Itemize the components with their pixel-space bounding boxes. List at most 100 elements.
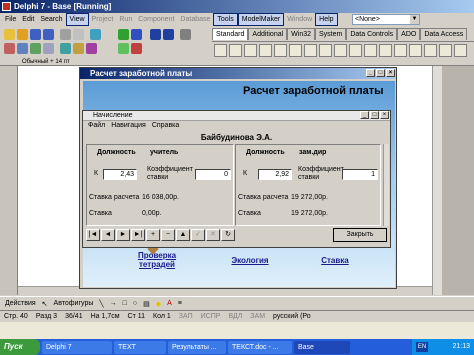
nav-first-button[interactable]: |◄	[86, 229, 100, 241]
right-coef-field[interactable]: 1	[342, 169, 378, 180]
palette-tab-additional[interactable]: Additional	[248, 28, 288, 40]
left-k-field[interactable]: 2,43	[103, 169, 137, 180]
font-color-icon[interactable]: A	[164, 300, 175, 307]
fill-color-icon[interactable]: ◆	[153, 300, 164, 308]
scrollbar-icon[interactable]	[394, 44, 407, 57]
autoshapes-menu[interactable]: Автофигуры	[51, 300, 97, 307]
ide-menu-run[interactable]: Run	[116, 14, 135, 25]
dialog-minimize-button[interactable]: _	[360, 111, 369, 119]
checkbox-icon[interactable]	[334, 44, 347, 57]
component-combo[interactable]: <None> ▼	[352, 14, 420, 25]
maximize-button[interactable]: □	[376, 69, 385, 77]
add-icon[interactable]	[118, 43, 129, 54]
palette-tab-win32[interactable]: Win32	[287, 28, 316, 40]
step-icon[interactable]	[150, 29, 161, 40]
right-k-field[interactable]: 2,92	[258, 169, 292, 180]
memo-icon[interactable]	[304, 44, 317, 57]
nav-insert-button[interactable]: +	[146, 229, 160, 241]
language-indicator[interactable]: EN	[416, 342, 428, 352]
toggle-icon[interactable]	[30, 43, 41, 54]
ide-menu-view[interactable]: View	[65, 13, 89, 26]
remove-file-icon[interactable]	[73, 29, 84, 40]
popupmenu-icon[interactable]	[259, 44, 272, 57]
left-coef-field[interactable]: 0	[195, 169, 231, 180]
accrual-title-bar[interactable]: Начисление _ □ ×	[83, 111, 390, 121]
nav-cancel-button[interactable]: ✕	[206, 229, 220, 241]
palette-tab-standard[interactable]: Standard	[212, 28, 249, 40]
palette-tab-system[interactable]: System	[315, 28, 347, 40]
trace-icon[interactable]	[163, 29, 174, 40]
nav-next-button[interactable]: ►	[116, 229, 130, 241]
new-file-icon[interactable]	[4, 29, 15, 40]
nav-prior-button[interactable]: ◄	[101, 229, 115, 241]
ide-menu-file[interactable]: File	[2, 14, 19, 25]
menu-help[interactable]: Справка	[149, 121, 182, 131]
ide-menu-component[interactable]: Component	[135, 14, 177, 25]
new-form-icon[interactable]	[43, 43, 54, 54]
nav-edit-button[interactable]: ▲	[176, 229, 190, 241]
ide-menu-database[interactable]: Database	[177, 14, 213, 25]
pointer-icon[interactable]	[214, 44, 227, 57]
rect-tool-icon[interactable]: □	[120, 300, 130, 307]
start-button[interactable]: Пуск	[0, 339, 40, 355]
close-button[interactable]: ×	[386, 69, 395, 77]
palette-tab-data-access[interactable]: Data Access	[420, 28, 468, 40]
textbox-tool-icon[interactable]: ▤	[140, 300, 153, 308]
data-icon[interactable]	[73, 43, 84, 54]
help-icon[interactable]	[90, 29, 101, 40]
mainmenu-icon[interactable]	[244, 44, 257, 57]
nav-refresh-button[interactable]: ↻	[221, 229, 235, 241]
menu-file[interactable]: Файл	[85, 121, 108, 131]
dialog-close-button[interactable]: ×	[380, 111, 389, 119]
package-icon[interactable]	[86, 43, 97, 54]
groupbox-icon[interactable]	[409, 44, 422, 57]
button-icon[interactable]	[319, 44, 332, 57]
ide-menu-help[interactable]: Help	[315, 13, 338, 26]
link-ecology[interactable]: Экология	[225, 256, 275, 265]
view-form-icon[interactable]	[17, 43, 28, 54]
pointer-tool-icon[interactable]: ↖	[39, 300, 51, 308]
ide-menu-tools[interactable]: Tools	[213, 13, 238, 26]
reset-icon[interactable]	[180, 29, 191, 40]
oval-tool-icon[interactable]: ○	[130, 300, 140, 307]
module-icon[interactable]	[60, 43, 71, 54]
pause-icon[interactable]	[131, 29, 142, 40]
radiogroup-icon[interactable]	[424, 44, 437, 57]
run-icon[interactable]	[118, 29, 129, 40]
task-delphi[interactable]: Delphi 7	[42, 340, 112, 354]
nav-last-button[interactable]: ►|	[131, 229, 145, 241]
dialog-maximize-button[interactable]: □	[370, 111, 379, 119]
ide-menu-project[interactable]: Project	[89, 14, 117, 25]
arrow-tool-icon[interactable]: →	[107, 300, 120, 307]
task-base[interactable]: Base	[294, 340, 350, 354]
task-doc[interactable]: ТЕКСТ.doc - ...	[228, 340, 292, 354]
save-all-icon[interactable]	[43, 29, 54, 40]
ide-menu-modelmaker[interactable]: ModelMaker	[237, 13, 285, 26]
combobox-icon[interactable]	[379, 44, 392, 57]
actions-menu[interactable]: Действия	[2, 300, 39, 307]
panel-icon[interactable]	[439, 44, 452, 57]
palette-tab-data-controls[interactable]: Data Controls	[346, 28, 398, 40]
open-project-icon[interactable]	[60, 29, 71, 40]
listbox-icon[interactable]	[364, 44, 377, 57]
link-rate[interactable]: Ставка	[315, 256, 355, 265]
line-tool-icon[interactable]: ╲	[96, 300, 106, 308]
ide-menu-window[interactable]: Window	[284, 14, 315, 25]
chevron-down-icon[interactable]: ▼	[410, 15, 419, 24]
nav-post-button[interactable]: ✓	[191, 229, 205, 241]
ide-menu-edit[interactable]: Edit	[19, 14, 37, 25]
line-style-icon[interactable]: ≡	[175, 300, 185, 307]
main-window-title-bar[interactable]: Расчет заработной платы _ □ ×	[80, 68, 396, 79]
open-folder-icon[interactable]	[17, 29, 28, 40]
save-icon[interactable]	[30, 29, 41, 40]
dialog-scrollbar[interactable]	[383, 144, 389, 226]
task-text[interactable]: TEXT	[114, 340, 166, 354]
nav-delete-button[interactable]: −	[161, 229, 175, 241]
edit-icon[interactable]	[289, 44, 302, 57]
delete-icon[interactable]	[131, 43, 142, 54]
palette-tab-ado[interactable]: ADO	[397, 28, 421, 40]
label-icon[interactable]	[274, 44, 287, 57]
radiobutton-icon[interactable]	[349, 44, 362, 57]
vertical-scrollbar[interactable]	[432, 66, 442, 295]
view-unit-icon[interactable]	[4, 43, 15, 54]
